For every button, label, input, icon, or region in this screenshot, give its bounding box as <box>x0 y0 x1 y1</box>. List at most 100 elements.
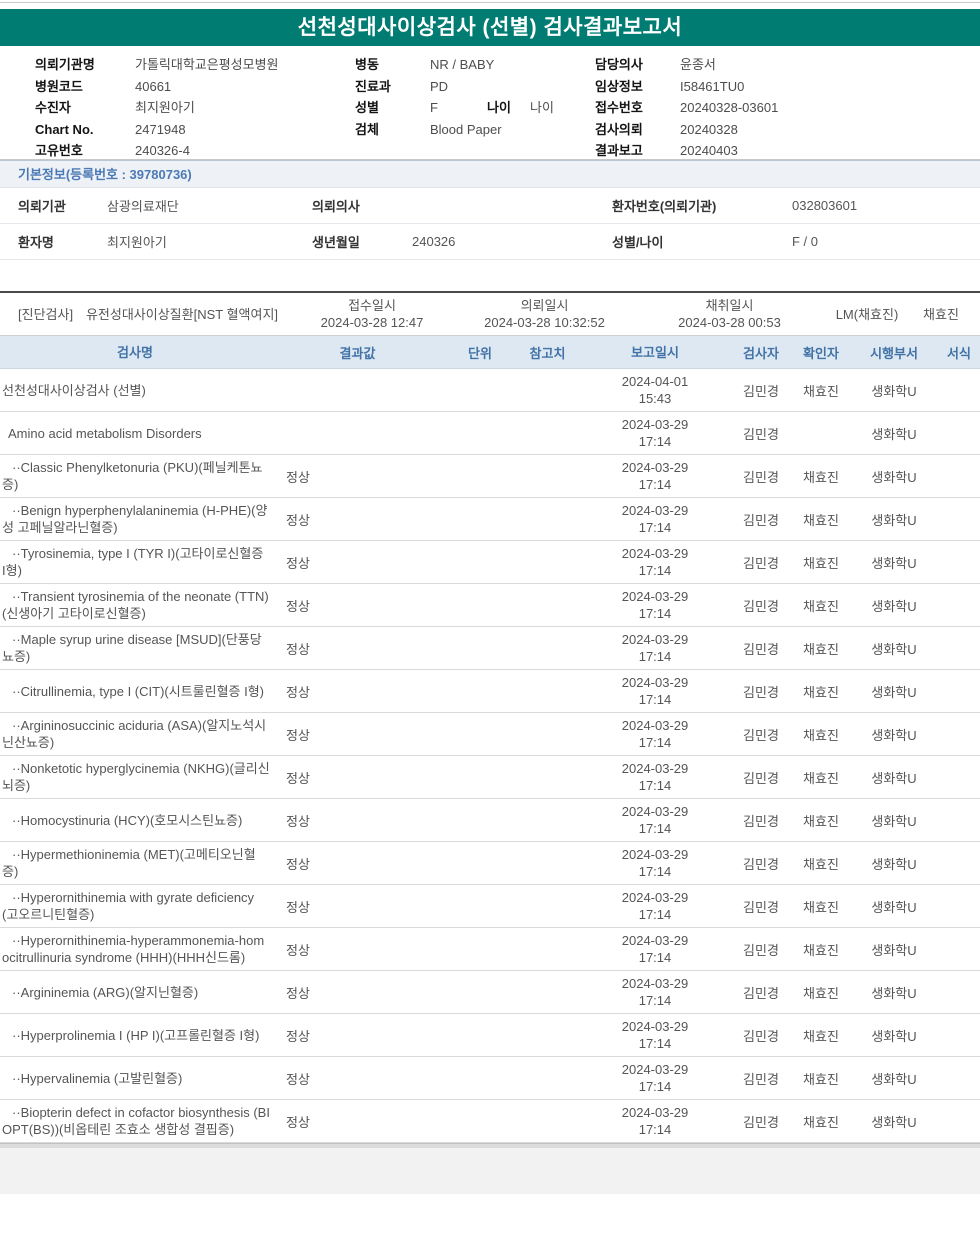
field-label: 병동 <box>355 57 379 72</box>
reported-datetime: 2024-03-29 17:14 <box>621 460 689 492</box>
tester-cell: 김민경 <box>743 426 779 442</box>
report-title: 선천성대사이상검사 (선별) 검사결과보고서 <box>297 16 683 39</box>
reported-datetime: 2024-03-29 17:14 <box>621 890 689 922</box>
reported-datetime-cell: 2024-03-29 17:14 <box>580 975 730 1009</box>
test-name-cell: Amino acid metabolism Disorders <box>8 425 202 441</box>
field-value: Blood Paper <box>430 121 502 137</box>
results-table: 선천성대사이상검사 (선별) 2024-04-01 15:43 김민경 채효진 생화학U… <box>0 369 980 1143</box>
department-cell: 생화학U <box>871 1071 917 1087</box>
confirmer-cell: 채효진 <box>803 1114 839 1130</box>
tester-cell: 김민경 <box>743 555 779 571</box>
patient-field-row: 임상정보 I58461TU0 <box>595 76 778 98</box>
report-title-bar: 선천성대사이상검사 (선별) 검사결과보고서 <box>0 9 980 46</box>
table-header-cell: 서식 <box>947 345 971 361</box>
test-name-cell: ··Hyperornithinemia with gyrate deficien… <box>2 890 255 922</box>
test-row: 선천성대사이상검사 (선별) 2024-04-01 15:43 김민경 채효진 생화학U <box>0 369 980 412</box>
test-name-cell: ··Hypervalinemia (고발린혈증) <box>12 1070 183 1086</box>
result-value-cell: 정상 <box>286 813 310 829</box>
reported-datetime-cell: 2024-03-29 17:14 <box>580 631 730 665</box>
reported-datetime-cell: 2024-03-29 17:14 <box>580 545 730 579</box>
reported-datetime-cell: 2024-03-29 17:14 <box>580 674 730 708</box>
patient-info-column-2: 병동 NR / BABY 진료과 PD 성별 F 나이 나이 검체 Blood Paper <box>355 54 554 140</box>
field-label: 임상정보 <box>595 78 643 94</box>
patient-field-row: 성별 F 나이 나이 <box>355 97 554 119</box>
field-value: 가톨릭대학교은평성모병원 <box>135 57 279 72</box>
field-value-group: F 나이 나이 <box>430 97 554 119</box>
field-label: 접수번호 <box>595 100 643 115</box>
confirmer-cell: 채효진 <box>803 899 839 915</box>
table-header-cell: 참고치 <box>529 345 566 361</box>
department-cell: 생화학U <box>871 1114 917 1130</box>
test-row: ··Argininemia (ARG)(알지닌혈증) 정상 2024-03-29 1… <box>0 971 980 1014</box>
requested-datetime: 의뢰일시 2024-03-28 10:32:52 <box>452 297 637 331</box>
result-value-cell: 정상 <box>286 1028 310 1044</box>
test-name-cell: ··Maple syrup urine disease [MSUD](단풍당뇨증… <box>2 632 262 664</box>
table-header-cell: 단위 <box>468 345 492 361</box>
patient-info-column-3: 담당의사 윤종서임상정보 I58461TU0 접수번호 20240328-03601 검사… <box>595 54 778 162</box>
patient-field-row: 접수번호 20240328-03601 <box>595 97 778 119</box>
department-cell: 생화학U <box>871 985 917 1001</box>
basic-info-row: 의뢰기관 삼광의료재단 의뢰의사 환자번호(의뢰기관) 032803601 <box>0 188 980 224</box>
reported-datetime-cell: 2024-03-29 17:14 <box>580 1104 730 1138</box>
field-value: PD <box>430 78 449 94</box>
test-row: Amino acid metabolism Disorders 2024-03-2… <box>0 412 980 455</box>
tester-cell: 김민경 <box>743 641 779 657</box>
patient-field-row: 의뢰기관명 가톨릭대학교은평성모병원 <box>35 54 279 76</box>
reported-datetime: 2024-03-29 17:14 <box>621 417 689 449</box>
requested-label: 의뢰일시 <box>520 298 569 313</box>
test-name-cell: ··Tyrosinemia, type I (TYR I)(고타이로신혈증 I형… <box>2 546 264 578</box>
confirmer-cell: 채효진 <box>803 512 839 528</box>
patient-field-row: Chart No. 2471948 <box>35 119 279 141</box>
field-value: 20240403 <box>680 143 738 158</box>
test-name-cell: ··Hyperprolinemia I (HP I)(고프롤린혈증 I형) <box>12 1027 260 1043</box>
reported-datetime: 2024-03-29 17:14 <box>621 718 689 750</box>
tester-cell: 김민경 <box>743 1114 779 1130</box>
info-value: 삼광의료재단 <box>107 199 179 214</box>
info-label: 환자번호(의뢰기관) <box>612 199 717 214</box>
test-name-cell: ··Biopterin defect in cofactor biosynthe… <box>2 1105 270 1137</box>
test-row: ··Tyrosinemia, type I (TYR I)(고타이로신혈증 I형… <box>0 541 980 584</box>
reported-datetime-cell: 2024-03-29 17:14 <box>580 932 730 966</box>
test-name-cell: ··Hyperornithinemia-hyperammonemia-homoc… <box>2 933 265 965</box>
reported-datetime-cell: 2024-03-29 17:14 <box>580 760 730 794</box>
reported-datetime-cell: 2024-03-29 17:14 <box>580 889 730 923</box>
test-row: ··Hyperprolinemia I (HP I)(고프롤린혈증 I형) 정상 2… <box>0 1014 980 1057</box>
reported-datetime: 2024-03-29 17:14 <box>621 589 689 621</box>
test-name-cell: 선천성대사이상검사 (선별) <box>2 382 146 398</box>
tester-cell: 김민경 <box>743 512 779 528</box>
table-header-cell: 확인자 <box>803 345 839 361</box>
field-value: I58461TU0 <box>680 78 745 94</box>
table-header-cell: 시행부서 <box>870 345 918 361</box>
collector-name: LM(채효진) <box>835 306 899 322</box>
test-row: ··Maple syrup urine disease [MSUD](단풍당뇨증… <box>0 627 980 670</box>
result-value-cell: 정상 <box>286 684 310 700</box>
reported-datetime: 2024-03-29 17:14 <box>621 1019 689 1051</box>
requested-value: 2024-03-28 10:32:52 <box>484 315 605 330</box>
patient-field-row: 진료과 PD <box>355 76 554 98</box>
patient-field-row: 담당의사 윤종서 <box>595 54 778 76</box>
reported-datetime: 2024-03-29 17:14 <box>621 632 689 664</box>
field-label: Chart No. <box>35 121 94 137</box>
field-value: 20240328 <box>680 121 738 137</box>
diagnostic-test-name: 유전성대사이상질환[NST 혈액여지] <box>85 306 279 322</box>
test-name-cell: ··Argininemia (ARG)(알지닌혈증) <box>12 984 199 1000</box>
test-row: ··Homocystinuria (HCY)(호모시스틴뇨증) 정상 2024-03… <box>0 799 980 842</box>
department-cell: 생화학U <box>871 555 917 571</box>
field-value: NR / BABY <box>430 57 495 72</box>
department-cell: 생화학U <box>871 856 917 872</box>
table-header-cell: 보고일시 <box>631 344 679 360</box>
confirmer-cell: 채효진 <box>803 770 839 786</box>
received-label: 접수일시 <box>348 298 396 313</box>
diagnostic-test-row: [진단검사] 유전성대사이상질환[NST 혈액여지] 접수일시 2024-03-… <box>0 291 980 336</box>
field-label: 고유번호 <box>35 143 83 158</box>
info-label: 환자명 <box>18 235 54 250</box>
field-value: 2471948 <box>135 121 186 137</box>
field-label: 결과보고 <box>595 143 643 158</box>
results-table-header: 검사명 결과값 단위 참고치 보고일시 검사자 확인자 시행부서 서식 <box>0 336 980 369</box>
department-cell: 생화학U <box>871 598 917 614</box>
field-label: 담당의사 <box>595 57 643 72</box>
patient-field-row: 검사의뢰 20240328 <box>595 119 778 141</box>
tester-cell: 김민경 <box>743 985 779 1001</box>
reported-datetime: 2024-03-29 17:14 <box>621 546 689 578</box>
test-row: ··Transient tyrosinemia of the neonate (… <box>0 584 980 627</box>
